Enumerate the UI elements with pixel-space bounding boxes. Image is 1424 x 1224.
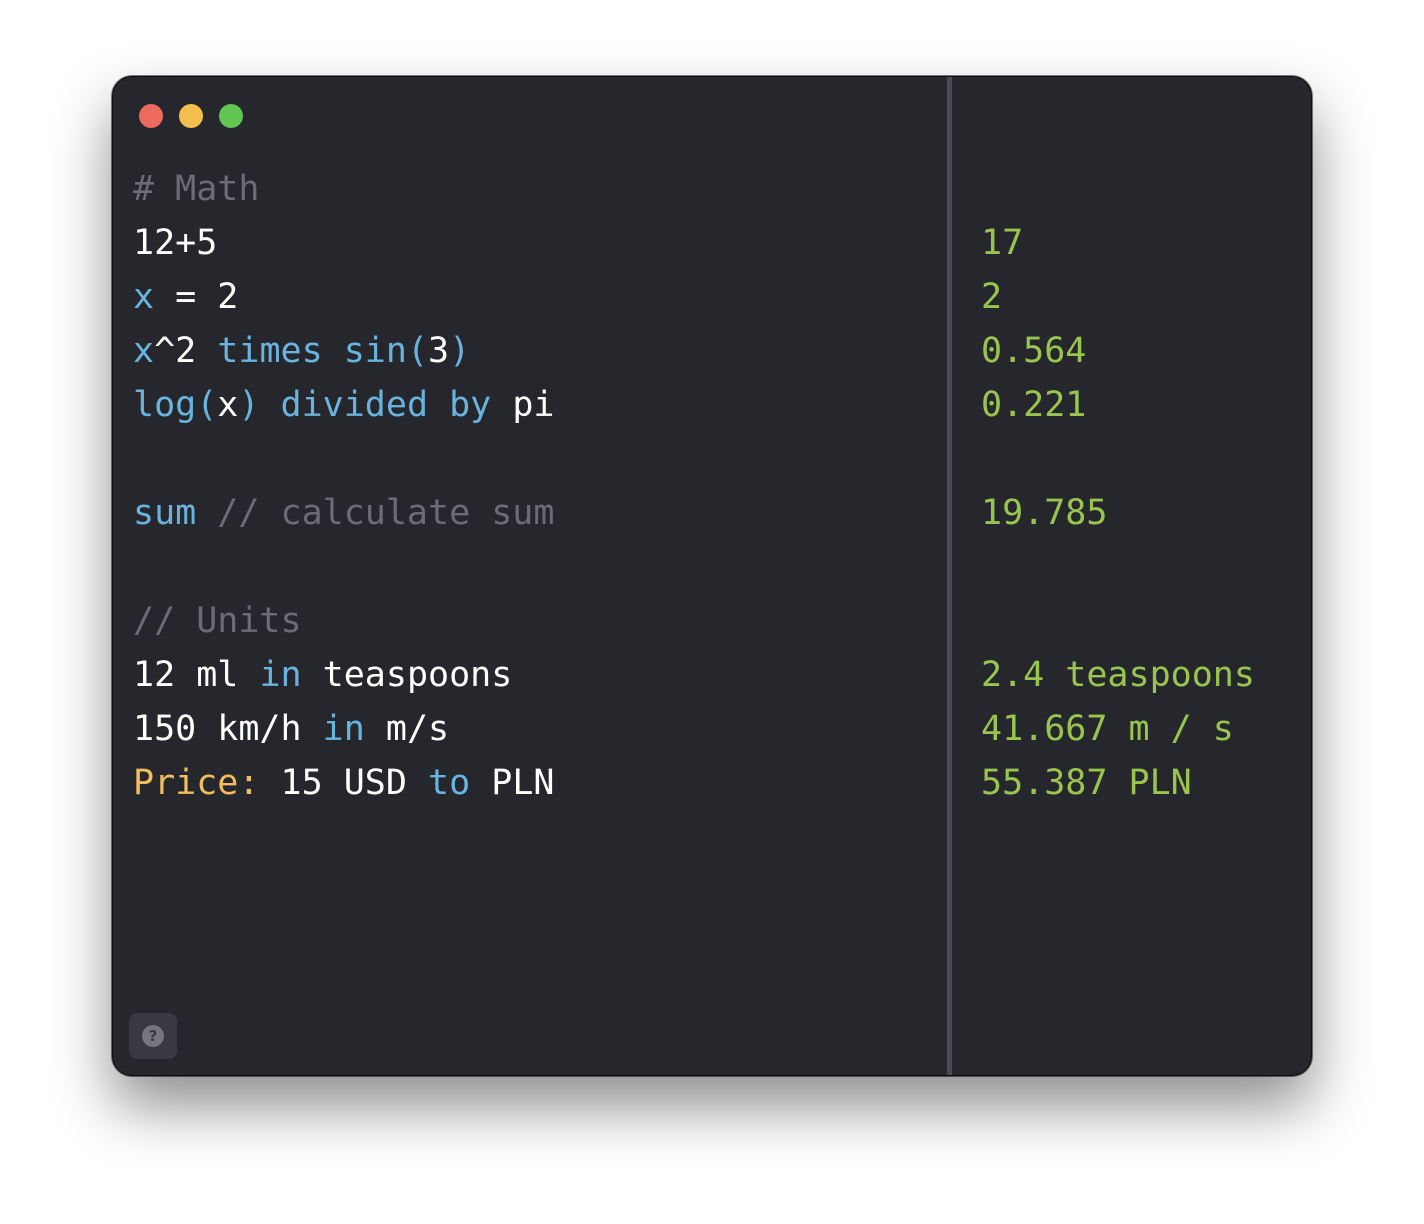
result-line	[981, 594, 1301, 648]
minimize-window-button[interactable]	[179, 104, 203, 128]
token-keyword: log(	[133, 385, 218, 425]
result-line: 0.564	[981, 331, 1087, 371]
token-default: PLN	[470, 763, 555, 803]
result-line: 19.785	[981, 493, 1108, 533]
result-line: 0.221	[981, 385, 1087, 425]
token-label: Price:	[133, 763, 260, 803]
close-window-button[interactable]	[139, 104, 163, 128]
editor-line[interactable]: 12 ml in teaspoons	[133, 648, 933, 702]
result-line	[981, 162, 1301, 216]
token-keyword: sum	[133, 493, 197, 533]
editor-line[interactable]: x^2 times sin(3)	[133, 324, 933, 378]
token-default: ^2	[154, 331, 218, 371]
editor-line[interactable]: sum // calculate sum	[133, 486, 933, 540]
token-keyword: x	[133, 277, 155, 317]
editor-line[interactable]	[133, 432, 933, 486]
result-line: 17	[981, 223, 1024, 263]
editor-line[interactable]: 12+5	[133, 216, 933, 270]
token-default: pi	[491, 385, 555, 425]
result-line: 41.667 m / s	[981, 709, 1234, 749]
token-default: 3	[428, 331, 450, 371]
token-default: 12+5	[133, 223, 218, 263]
window-controls	[139, 104, 243, 128]
token-keyword: times sin(	[217, 331, 429, 371]
token-default: = 2	[154, 277, 239, 317]
token-default: 150 km/h	[133, 709, 323, 749]
token-keyword: in	[322, 709, 365, 749]
token-default: teaspoons	[301, 655, 513, 695]
token-keyword: ) divided by	[238, 385, 492, 425]
token-comment: // Units	[133, 601, 302, 641]
help-button[interactable]: ?	[129, 1013, 177, 1059]
result-line: 2.4 teaspoons	[981, 655, 1255, 695]
question-mark-icon: ?	[142, 1025, 164, 1047]
editor-line[interactable]: log(x) divided by pi	[133, 378, 933, 432]
editor-line[interactable]	[133, 540, 933, 594]
token-keyword: to	[428, 763, 471, 803]
token-default: x	[217, 385, 239, 425]
token-default: m/s	[364, 709, 450, 749]
token-comment: // calculate sum	[196, 493, 555, 533]
token-keyword: in	[259, 655, 302, 695]
token-comment: # Math	[133, 169, 260, 209]
editor-line[interactable]: x = 2	[133, 270, 933, 324]
editor-line[interactable]: # Math	[133, 162, 933, 216]
editor-line[interactable]: 150 km/h in m/s	[133, 702, 933, 756]
token-keyword: )	[449, 331, 471, 371]
token-keyword: x	[133, 331, 155, 371]
editor-pane[interactable]: # Math 12+5 x = 2 x^2 times sin(3) log(x) di…	[133, 162, 933, 810]
result-line: 55.387 PLN	[981, 763, 1192, 803]
calculator-window: # Math 12+5 x = 2 x^2 times sin(3) log(x) di…	[112, 76, 1312, 1076]
token-default: 12 ml	[133, 655, 260, 695]
result-line	[981, 432, 1301, 486]
zoom-window-button[interactable]	[219, 104, 243, 128]
editor-line[interactable]: Price: 15 USD to PLN	[133, 756, 933, 810]
result-line: 2	[981, 277, 1003, 317]
pane-divider[interactable]	[947, 77, 952, 1075]
result-line	[981, 540, 1301, 594]
results-pane: 17 2 0.564 0.221 19.785 2.4 teaspoons 41.667…	[981, 162, 1301, 810]
editor-line[interactable]: // Units	[133, 594, 933, 648]
token-default: 15 USD	[259, 763, 429, 803]
